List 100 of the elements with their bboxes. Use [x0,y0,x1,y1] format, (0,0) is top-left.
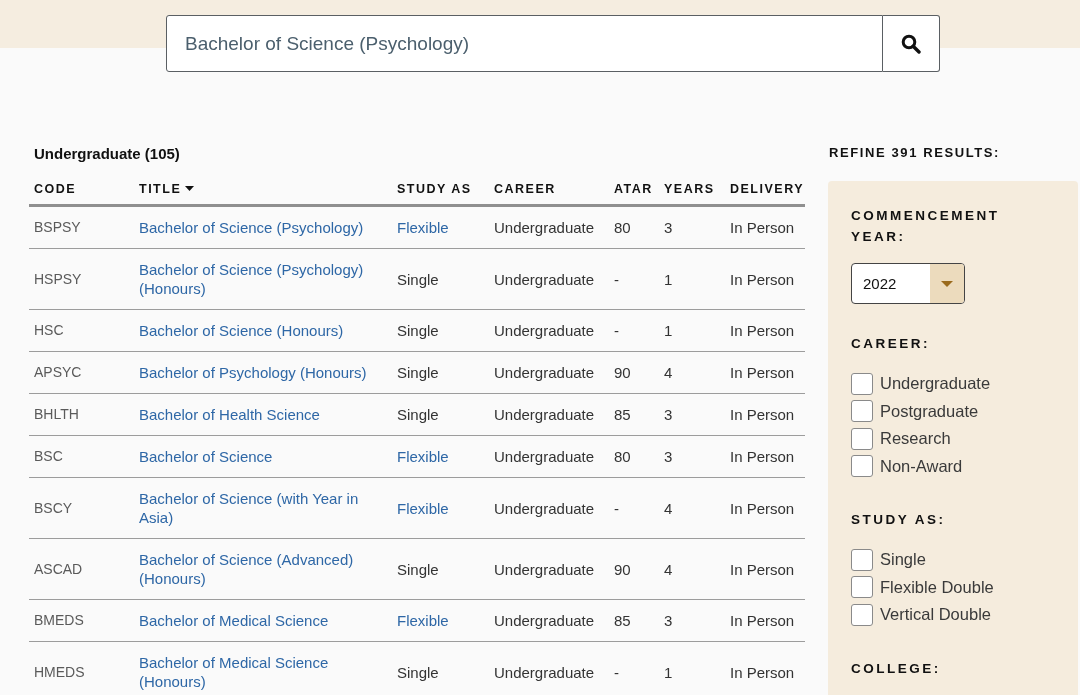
career-text: Undergraduate [494,322,595,339]
course-code: HMEDS [34,663,85,680]
filter-heading: COLLEGE: [851,659,942,678]
years-value: 4 [664,499,673,517]
column-header: YEARS [664,182,715,196]
course-title-link[interactable]: Bachelor of Science (Honours) [139,321,344,340]
study-as-text: Single [397,663,439,681]
career-text: Undergraduate [494,406,595,423]
course-code: BMEDS [34,612,84,628]
checkbox[interactable] [851,455,873,478]
column-header[interactable]: TITLE [139,182,182,196]
atar-score: - [614,270,619,288]
years-value: 1 [664,270,673,288]
career-text: Undergraduate [494,612,595,629]
refine-heading: REFINE 391 RESULTS: [829,144,1002,162]
atar-score: 90 [614,560,631,578]
course-code: HSPSY [34,270,82,287]
filter-option-label[interactable]: Flexible Double [880,577,994,597]
filter-option-label[interactable]: Research [880,429,951,449]
career-text: Undergraduate [494,448,595,465]
delivery-mode: In Person [730,499,795,517]
atar-score: 90 [614,364,631,381]
career-text: Undergraduate [494,364,595,381]
study-as-text: Single [397,322,439,339]
filter-heading: STUDY AS: [851,511,947,529]
years-value: 3 [664,406,673,423]
course-title-link[interactable]: Bachelor of Science (Advanced) (Honours) [139,550,372,588]
results-heading: Undergraduate (105) [34,144,181,164]
checkbox[interactable] [851,427,873,450]
filter-option-label[interactable]: Single [880,550,926,570]
column-header: STUDY AS [397,182,472,196]
search-field[interactable]: Bachelor of Science (Psychology) [166,15,883,72]
course-code: BHLTH [34,406,79,422]
dropdown-caret-icon[interactable] [930,264,964,303]
study-as-text: Single [397,364,439,381]
atar-score: - [614,499,619,517]
delivery-mode: In Person [730,364,795,381]
course-code: BSPSY [34,219,81,235]
checkbox[interactable] [851,603,873,626]
course-title-link[interactable]: Bachelor of Psychology (Honours) [139,363,367,382]
atar-score: 80 [614,448,631,465]
years-value: 4 [664,560,673,578]
delivery-mode: In Person [730,406,795,423]
filter-option-label[interactable]: Non-Award [880,456,963,476]
study-as-text: Single [397,406,439,423]
delivery-mode: In Person [730,322,795,339]
delivery-mode: In Person [730,612,795,629]
year-select[interactable]: 2022 [851,263,965,304]
course-code: APSYC [34,364,82,380]
filter-heading: COMMENCEMENT YEAR: [851,207,1001,246]
career-text: Undergraduate [494,663,595,681]
career-text: Undergraduate [494,270,595,288]
delivery-mode: In Person [730,560,795,578]
atar-score: - [614,663,619,681]
checkbox[interactable] [851,548,873,571]
course-title-link[interactable]: Bachelor of Science (Psychology) [139,218,364,237]
atar-score: 85 [614,612,631,629]
career-text: Undergraduate [494,499,595,517]
study-as-link[interactable]: Flexible [397,498,449,518]
years-value: 1 [664,663,673,681]
atar-score: 85 [614,406,631,423]
course-title-link[interactable]: Bachelor of Medical Science [139,611,329,630]
study-as-text: Single [397,270,439,288]
course-title-link[interactable]: Bachelor of Science (Psychology) (Honours) [139,260,372,298]
course-title-link[interactable]: Bachelor of Health Science [139,405,320,424]
delivery-mode: In Person [730,663,795,681]
delivery-mode: In Person [730,219,795,236]
course-title-link[interactable]: Bachelor of Science [139,447,273,466]
atar-score: 80 [614,219,631,236]
course-code: BSC [34,448,63,464]
sort-caret-icon[interactable] [185,186,195,191]
column-header: ATAR [614,182,653,196]
course-title-link[interactable]: Bachelor of Medical Science (Honours) [139,653,372,691]
years-value: 4 [664,364,673,381]
study-as-link[interactable]: Flexible [397,611,449,630]
study-as-link[interactable]: Flexible [397,447,449,466]
delivery-mode: In Person [730,270,795,288]
delivery-mode: In Person [730,448,795,465]
checkbox[interactable] [851,576,873,599]
search-button[interactable] [883,15,940,72]
years-value: 3 [664,612,673,629]
column-header: CODE [34,182,77,196]
filter-heading: CAREER: [851,335,931,353]
career-text: Undergraduate [494,560,595,578]
column-header: CAREER [494,182,556,196]
search-icon [901,33,921,54]
checkbox[interactable] [851,372,873,395]
years-value: 1 [664,322,673,339]
column-header: DELIVERY [730,182,805,196]
years-value: 3 [664,219,673,236]
course-title-link[interactable]: Bachelor of Science (with Year in Asia) [139,489,372,527]
study-as-link[interactable]: Flexible [397,218,449,237]
filter-option-label[interactable]: Vertical Double [880,605,991,625]
course-code: ASCAD [34,560,83,577]
filter-option-label[interactable]: Undergraduate [880,374,991,394]
filter-option-label[interactable]: Postgraduate [880,401,979,421]
atar-score: - [614,322,619,339]
checkbox[interactable] [851,400,873,423]
course-code: HSC [34,322,64,338]
career-text: Undergraduate [494,219,595,236]
